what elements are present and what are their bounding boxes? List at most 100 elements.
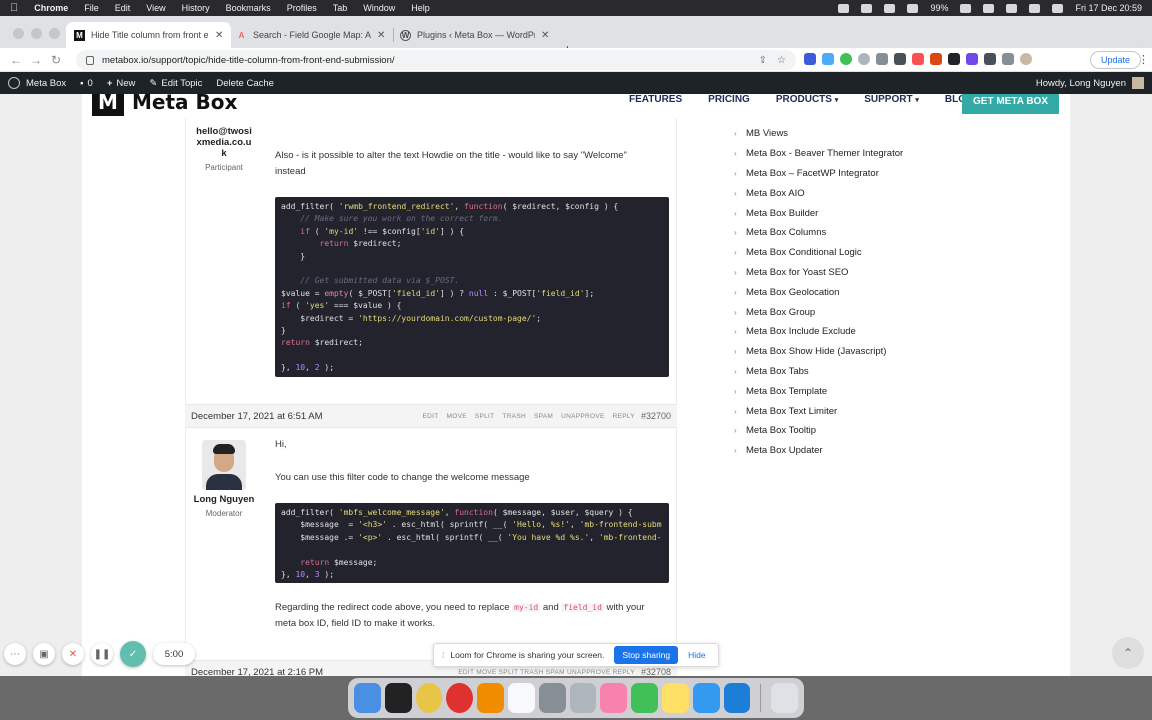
sidebar-item-mb-views[interactable]: › MB Views: [734, 124, 903, 144]
drag-handle-icon[interactable]: ⁞: [442, 650, 444, 660]
reply-link[interactable]: REPLY: [613, 413, 635, 420]
status-app-icon[interactable]: [861, 3, 873, 13]
trash-link[interactable]: TRASH: [502, 413, 526, 420]
get-meta-box-button[interactable]: GET META BOX: [962, 94, 1059, 114]
puzzle-icon[interactable]: [1002, 53, 1014, 65]
wp-howdy-menu[interactable]: Howdy, Long Nguyen: [1036, 77, 1144, 89]
sidebar-item-tabs[interactable]: › Meta Box Tabs: [734, 362, 903, 382]
reply-permalink[interactable]: #32700: [641, 411, 671, 421]
reply-date[interactable]: December 17, 2021 at 2:16 PM: [191, 667, 323, 677]
sidebar-item-group[interactable]: › Meta Box Group: [734, 302, 903, 322]
author-name[interactable]: Long Nguyen: [189, 494, 259, 505]
reply-permalink[interactable]: #32708: [641, 667, 671, 676]
extension-icon[interactable]: [948, 53, 960, 65]
chrome-update-button[interactable]: Update: [1090, 51, 1142, 69]
extension-icon[interactable]: [822, 53, 834, 65]
facetime-icon[interactable]: [631, 683, 658, 713]
notes-icon[interactable]: [661, 683, 689, 713]
wp-delete-cache-link[interactable]: Delete Cache: [216, 78, 274, 89]
reply-date[interactable]: December 17, 2021 at 6:51 AM: [191, 411, 323, 422]
sidebar-item-include-exclude[interactable]: › Meta Box Include Exclude: [734, 322, 903, 342]
hide-sharing-button[interactable]: Hide: [688, 650, 705, 660]
app-store-icon[interactable]: [692, 683, 720, 713]
wifi-icon[interactable]: [983, 3, 995, 13]
chrome-icon[interactable]: [415, 683, 443, 713]
wp-new-link[interactable]: + New: [107, 78, 136, 89]
author-email[interactable]: hello@twosi xmedia.co.u k: [189, 126, 259, 159]
extension-icon[interactable]: [858, 53, 870, 65]
menubar-app-name[interactable]: Chrome: [34, 3, 68, 13]
address-bar[interactable]: metabox.io/support/topic/hide-title-colu…: [76, 50, 796, 70]
sidebar-item-template[interactable]: › Meta Box Template: [734, 381, 903, 401]
extension-icon[interactable]: [804, 53, 816, 65]
lock-icon[interactable]: [86, 55, 94, 65]
status-app-icon[interactable]: [838, 3, 850, 13]
close-window-button[interactable]: [13, 28, 24, 39]
menu-edit[interactable]: Edit: [115, 3, 131, 13]
sidebar-item-show-hide[interactable]: › Meta Box Show Hide (Javascript): [734, 342, 903, 362]
tab-search-field-google-map[interactable]: A Search - Field Google Map: API ✕: [228, 22, 395, 48]
battery-icon[interactable]: [960, 3, 972, 13]
menu-history[interactable]: History: [182, 3, 210, 13]
extension-icon[interactable]: [966, 53, 978, 65]
battery-percent[interactable]: 99%: [930, 3, 948, 13]
clock[interactable]: Fri 17 Dec 20:59: [1075, 3, 1142, 13]
sidebar-item-yoast-seo[interactable]: › Meta Box for Yoast SEO: [734, 263, 903, 283]
sidebar-item-aio[interactable]: › Meta Box AIO: [734, 183, 903, 203]
sidebar-item-text-limiter[interactable]: › Meta Box Text Limiter: [734, 401, 903, 421]
close-tab-icon[interactable]: ✕: [541, 30, 549, 41]
site-logo[interactable]: M Meta Box: [92, 94, 237, 116]
sidebar-item-tooltip[interactable]: › Meta Box Tooltip: [734, 421, 903, 441]
app-icon[interactable]: [569, 683, 597, 713]
apple-icon[interactable]: : [10, 2, 18, 14]
opera-icon[interactable]: [446, 683, 474, 713]
photos-icon[interactable]: [600, 683, 628, 713]
slack-icon[interactable]: [507, 683, 535, 713]
minimize-window-button[interactable]: [31, 28, 42, 39]
sidebar-item-updater[interactable]: › Meta Box Updater: [734, 441, 903, 461]
tab-plugins-wordpress[interactable]: W Plugins ‹ Meta Box — WordPress ✕: [392, 22, 557, 48]
sidebar-item-conditional-logic[interactable]: › Meta Box Conditional Logic: [734, 243, 903, 263]
bookmark-star-icon[interactable]: ☆: [777, 55, 786, 66]
terminal-icon[interactable]: [384, 683, 412, 713]
spam-link[interactable]: SPAM: [534, 413, 553, 420]
zoom-window-button[interactable]: [49, 28, 60, 39]
sidebar-item-facetwp[interactable]: › Meta Box – FacetWP Integrator: [734, 164, 903, 184]
close-tab-icon[interactable]: ✕: [215, 30, 223, 41]
sidebar-item-beaver-themer[interactable]: › Meta Box - Beaver Themer Integrator: [734, 144, 903, 164]
bluetooth-icon[interactable]: [907, 3, 919, 13]
trash-icon[interactable]: [771, 683, 799, 713]
more-options-icon[interactable]: ⋯: [4, 643, 26, 665]
nav-support[interactable]: SUPPORT ▾: [864, 94, 919, 105]
tableplus-icon[interactable]: [538, 683, 566, 713]
wp-comments-link[interactable]: ▪ 0: [80, 78, 93, 89]
finder-icon[interactable]: [354, 683, 381, 713]
sublime-text-icon[interactable]: [477, 683, 504, 713]
nav-pricing[interactable]: PRICING: [708, 94, 750, 105]
menu-tab[interactable]: Tab: [333, 3, 348, 13]
edit-link[interactable]: EDIT: [423, 413, 439, 420]
sidebar-item-geolocation[interactable]: › Meta Box Geolocation: [734, 282, 903, 302]
author-avatar[interactable]: [202, 440, 246, 490]
move-link[interactable]: MOVE: [447, 413, 467, 420]
extension-icon[interactable]: [984, 53, 996, 65]
tab-hide-title[interactable]: M Hide Title column from front e ✕: [66, 22, 232, 48]
menu-profiles[interactable]: Profiles: [287, 3, 317, 13]
code-block[interactable]: add_filter( 'mbfs_welcome_message', func…: [275, 503, 669, 583]
forward-button[interactable]: →: [26, 53, 46, 67]
status-app-icon[interactable]: [884, 3, 896, 13]
profile-avatar[interactable]: [1020, 53, 1032, 65]
menu-file[interactable]: File: [84, 3, 99, 13]
reply-actions[interactable]: EDIT MOVE SPLIT TRASH SPAM UNAPPROVE REP…: [458, 669, 635, 676]
finish-recording-icon[interactable]: ✓: [120, 641, 146, 667]
control-center-icon[interactable]: [1029, 3, 1041, 13]
siri-icon[interactable]: [1052, 3, 1064, 13]
menu-help[interactable]: Help: [411, 3, 430, 13]
app-icon[interactable]: [723, 683, 751, 713]
search-icon[interactable]: [1006, 3, 1018, 13]
wp-site-link[interactable]: Meta Box: [8, 77, 66, 89]
extension-icon[interactable]: [912, 53, 924, 65]
pause-icon[interactable]: ❚❚: [91, 643, 113, 665]
camera-icon[interactable]: ▣: [33, 643, 55, 665]
chrome-menu-icon[interactable]: ⋮: [1138, 53, 1149, 66]
